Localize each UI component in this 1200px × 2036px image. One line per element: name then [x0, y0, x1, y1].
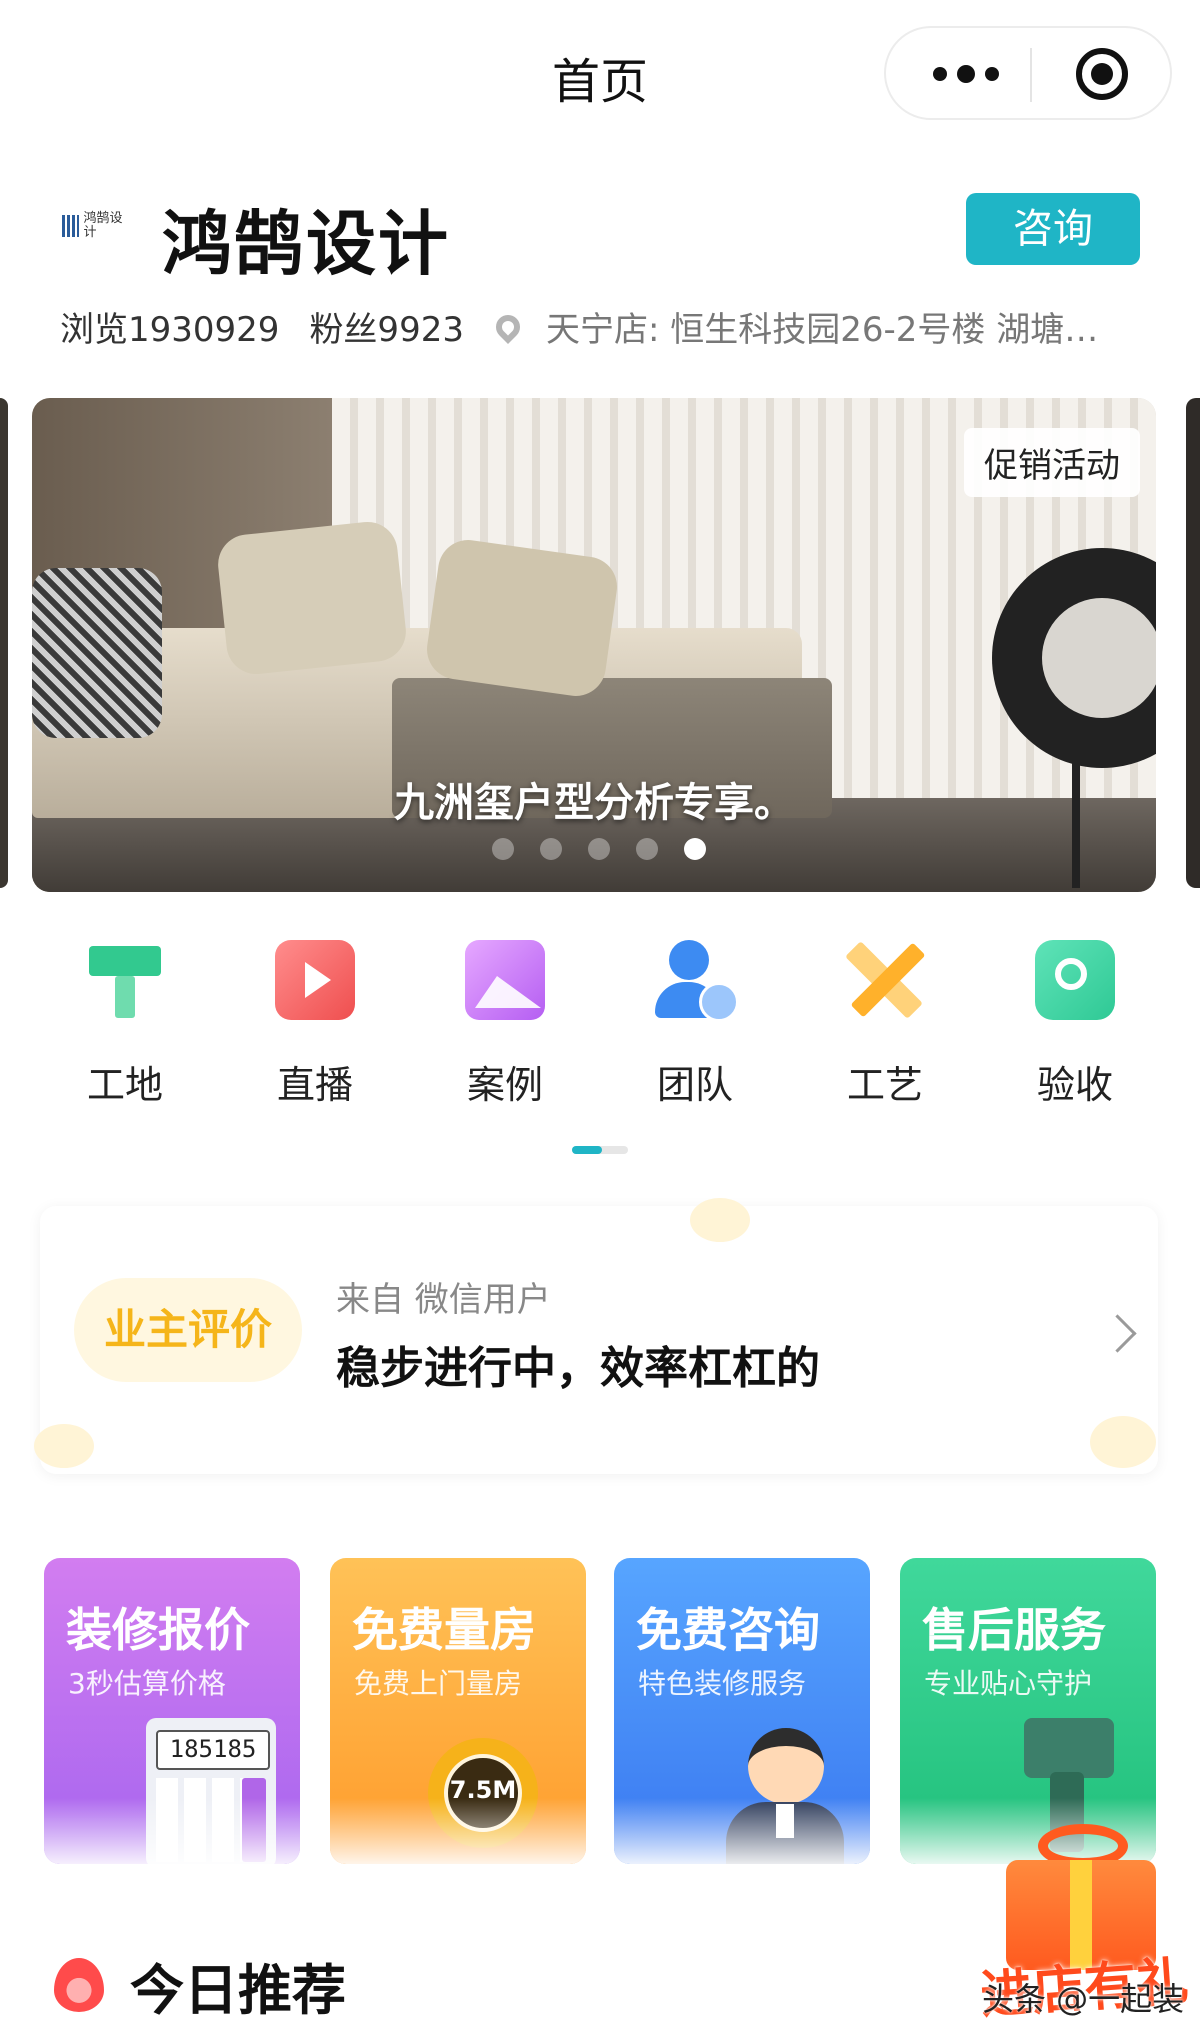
shop-stats: 浏览1930929 粉丝9923: [60, 302, 464, 351]
nav-label: 团队: [656, 1063, 733, 1107]
banner-pillow: [423, 536, 621, 700]
banner-pillow: [32, 568, 162, 738]
carousel-prev-peek[interactable]: [0, 398, 8, 888]
shop-name: 鸿鹄设计: [162, 203, 450, 285]
service-subtitle: 专业贴心守护: [924, 1667, 1093, 1700]
shop-location[interactable]: 天宁店: 恒生科技园26-2号楼 湖塘…: [490, 302, 1130, 351]
service-title: 免费咨询: [636, 1603, 820, 1657]
service-title: 售后服务: [922, 1603, 1106, 1657]
location-text: 天宁店: 恒生科技园26-2号楼 湖塘…: [546, 310, 1099, 350]
nav-item-craft[interactable]: 工艺: [790, 940, 980, 1110]
nav-label: 案例: [466, 1063, 543, 1107]
nav-item-cases[interactable]: 案例: [410, 940, 600, 1110]
calculator-display: 185185: [156, 1730, 270, 1770]
service-title: 装修报价: [66, 1603, 250, 1657]
nav-item-site[interactable]: 工地: [30, 940, 220, 1110]
carousel-dot[interactable]: [540, 838, 562, 860]
shop-logo: 鸿鹄设计: [62, 210, 134, 242]
customer-service-icon: [748, 1728, 824, 1804]
banner-pillow: [215, 518, 409, 678]
promo-banner[interactable]: 促销活动 九洲玺户型分析专享。: [32, 398, 1156, 892]
service-card-quote[interactable]: 装修报价 3秒估算价格 185185: [44, 1558, 300, 1864]
store-gift-float-button[interactable]: 进店有礼: [979, 1810, 1190, 2026]
play-icon: [275, 940, 355, 1020]
review-source: 来自 微信用户: [336, 1280, 551, 1320]
nav-label: 工地: [86, 1063, 163, 1107]
top-nav-bar: 首页: [0, 0, 1200, 150]
decor-blob: [34, 1424, 94, 1468]
promo-tag: 促销活动: [964, 428, 1140, 497]
consult-button[interactable]: 咨询: [966, 193, 1140, 265]
service-card-measure[interactable]: 免费量房 免费上门量房 7.5M: [330, 1558, 586, 1864]
nav-label: 工艺: [846, 1063, 923, 1107]
section-title-recommend: 今日推荐: [130, 1959, 346, 2022]
service-subtitle: 免费上门量房: [354, 1667, 523, 1700]
fans-count: 粉丝9923: [309, 310, 464, 350]
location-pin-icon: [491, 309, 525, 344]
chevron-right-icon: [1098, 1314, 1137, 1353]
nav-item-team[interactable]: 团队: [600, 940, 790, 1110]
feature-nav: 工地 直播 案例 团队 工艺 验收: [30, 940, 1170, 1110]
search-check-icon: [1035, 940, 1115, 1020]
carousel-dots: [492, 838, 706, 860]
decor-blob: [690, 1198, 750, 1242]
target-record-icon[interactable]: [1076, 48, 1128, 100]
service-subtitle: 特色装修服务: [638, 1667, 807, 1700]
carousel-dot[interactable]: [636, 838, 658, 860]
mini-program-capsule: [884, 26, 1172, 120]
image-icon: [465, 940, 545, 1020]
carousel-dot[interactable]: [588, 838, 610, 860]
drill-icon: [1024, 1718, 1114, 1778]
pencil-ruler-icon: [845, 940, 926, 1020]
carousel-dot[interactable]: [492, 838, 514, 860]
owner-review-badge: 业主评价: [74, 1278, 302, 1382]
logo-text: 鸿鹄设计: [83, 211, 123, 240]
review-text: 稳步进行中，效率杠杠的: [336, 1343, 820, 1394]
banner-caption: 九洲玺户型分析专享。: [394, 780, 794, 826]
fire-icon: [54, 1958, 104, 2012]
more-dots-icon[interactable]: [926, 56, 1006, 92]
nav-label: 验收: [1036, 1063, 1113, 1107]
logo-mark-icon: [62, 215, 80, 237]
service-title: 免费量房: [352, 1603, 536, 1657]
views-count: 浏览1930929: [60, 310, 280, 350]
carousel-dot-active[interactable]: [684, 838, 706, 860]
owner-review-card[interactable]: 业主评价 来自 微信用户 稳步进行中，效率杠杠的: [34, 1198, 1158, 1474]
paint-brush-icon: [85, 940, 165, 1020]
nav-label: 直播: [276, 1063, 353, 1107]
service-subtitle: 3秒估算价格: [68, 1667, 226, 1700]
team-icon: [655, 940, 739, 1022]
carousel-next-peek[interactable]: [1186, 398, 1200, 888]
watermark: 头条 @一起装: [982, 1980, 1185, 2018]
capsule-divider: [1030, 48, 1032, 102]
nav-item-accept[interactable]: 验收: [980, 940, 1170, 1110]
service-card-consult[interactable]: 免费咨询 特色装修服务: [614, 1558, 870, 1864]
nav-page-indicator: [572, 1146, 628, 1154]
nav-page-indicator-active: [572, 1146, 602, 1154]
decor-blob: [1090, 1416, 1156, 1468]
nav-item-live[interactable]: 直播: [220, 940, 410, 1110]
